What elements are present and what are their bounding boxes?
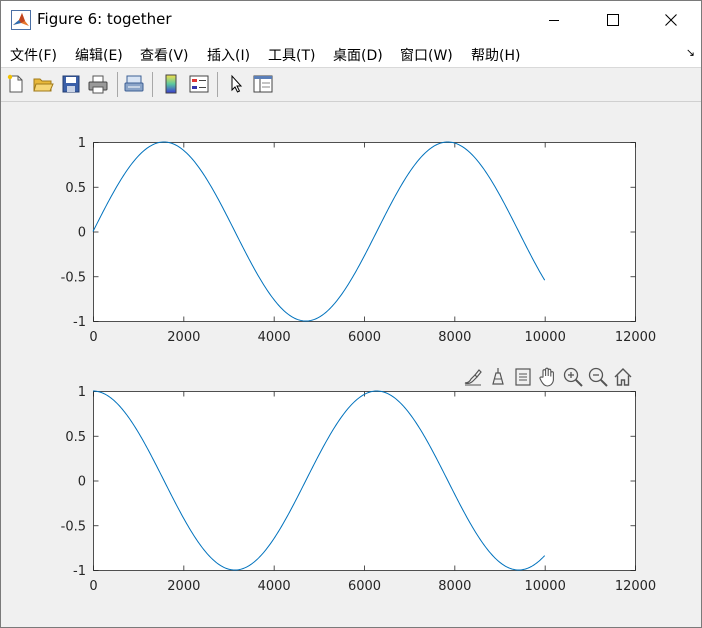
axes-box — [93, 391, 636, 571]
figure-window: Figure 6: together 文件(F) 编辑(E) 查看(V) 插入(… — [0, 0, 702, 628]
y-tick-label: 0.5 — [65, 181, 86, 196]
axes-1[interactable]: 0 2000 4000 6000 8000 10000 12000 -1 -0.5 0 0.5 1 — [61, 136, 657, 345]
x-tick-label: 4000 — [258, 330, 291, 345]
y-tick-label: -1 — [73, 564, 86, 579]
x-tick-label: 10000 — [524, 579, 565, 594]
x-tick-label: 6000 — [348, 579, 381, 594]
axes-2[interactable]: 0 2000 4000 6000 8000 10000 12000 -1 -0.5 0 0.5 1 — [61, 385, 657, 594]
y-tick-label: 0 — [78, 226, 86, 241]
x-tick-label: 12000 — [615, 579, 656, 594]
x-tick-label: 0 — [89, 579, 97, 594]
x-tick-label: 12000 — [615, 330, 656, 345]
x-tick-label: 8000 — [438, 579, 471, 594]
x-tick-label: 0 — [89, 330, 97, 345]
x-tick-label: 2000 — [167, 579, 200, 594]
x-tick-label: 6000 — [348, 330, 381, 345]
y-tick-label: -0.5 — [61, 519, 86, 534]
x-tick-label: 4000 — [258, 579, 291, 594]
y-tick-label: -1 — [73, 315, 86, 330]
x-tick-label: 10000 — [524, 330, 565, 345]
y-tick-label: -0.5 — [61, 270, 86, 285]
y-tick-label: 1 — [78, 385, 86, 400]
y-tick-label: 1 — [78, 136, 86, 151]
x-tick-label: 8000 — [438, 330, 471, 345]
y-tick-label: 0.5 — [65, 430, 86, 445]
axes-box — [93, 142, 636, 322]
x-tick-label: 2000 — [167, 330, 200, 345]
y-tick-label: 0 — [78, 475, 86, 490]
plot-canvas: 0 2000 4000 6000 8000 10000 12000 -1 -0.5 0 0.5 1 0 2… — [61, 136, 657, 594]
